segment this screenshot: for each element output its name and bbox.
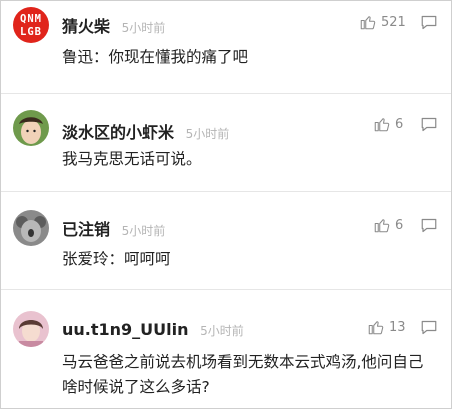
avatar[interactable]: QNM LGB (13, 7, 49, 43)
like-button[interactable]: 6 (373, 216, 403, 234)
avatar-photo (13, 311, 49, 347)
comment-bubble-icon[interactable] (420, 14, 438, 31)
username-text[interactable]: 猜火柴 (62, 17, 110, 36)
thumbs-up-icon (374, 219, 390, 233)
thumbs-up-icon (360, 16, 376, 30)
comment-bubble-icon[interactable] (420, 116, 438, 133)
timestamp: 5小时前 (200, 324, 244, 338)
thumbs-up-icon (374, 118, 390, 132)
avatar-logo-text-line2: LGB (20, 26, 42, 38)
like-button[interactable]: 6 (373, 115, 403, 133)
like-count: 6 (395, 116, 404, 132)
timestamp: 5小时前 (121, 224, 166, 238)
username-text[interactable]: uu.t1n9_UUlin (62, 320, 189, 339)
like-count: 13 (389, 319, 406, 335)
comment-list: QNM LGB 猜火柴 5小时前 521 鲁迅：你现在懂我的痛了吧 淡水区的小虾… (0, 0, 452, 409)
timestamp: 5小时前 (185, 127, 230, 141)
like-button[interactable]: 13 (367, 318, 406, 336)
comment-text: 张爱玲：呵呵呵 (62, 250, 171, 268)
comment-item: 已注销 5小时前 6 张爱玲：呵呵呵 (1, 192, 451, 289)
comment-text: 马云爸爸之前说去机场看到无数本云式鸡汤,他问自己啥时候说了这么多话? (62, 353, 424, 396)
avatar-photo (13, 110, 49, 146)
like-count: 6 (395, 217, 404, 233)
username-text[interactable]: 已注销 (62, 220, 110, 239)
comment-item: 淡水区的小虾米 5小时前 6 我马克思无话可说。 (1, 94, 451, 191)
comment-bubble-icon[interactable] (420, 217, 438, 234)
avatar-photo (13, 210, 49, 246)
thumbs-up-icon (368, 321, 384, 335)
username-text[interactable]: 淡水区的小虾米 (62, 123, 174, 142)
username[interactable]: 猜火柴 5小时前 (62, 13, 165, 37)
comment-item: uu.t1n9_UUlin 5小时前 13 马云爸爸之前说去机场看到无数本云式鸡… (1, 290, 451, 408)
like-button[interactable]: 521 (359, 13, 406, 31)
username[interactable]: 已注销 5小时前 (62, 216, 165, 240)
comment-text: 鲁迅：你现在懂我的痛了吧 (62, 48, 249, 66)
avatar[interactable] (13, 110, 49, 146)
comment-bubble-icon[interactable] (420, 319, 438, 336)
like-count: 521 (381, 14, 406, 30)
username[interactable]: 淡水区的小虾米 5小时前 (62, 119, 229, 143)
username[interactable]: uu.t1n9_UUlin 5小时前 (62, 320, 244, 339)
comment-item: QNM LGB 猜火柴 5小时前 521 鲁迅：你现在懂我的痛了吧 (1, 1, 451, 93)
avatar[interactable] (13, 210, 49, 246)
timestamp: 5小时前 (121, 21, 166, 35)
comment-text: 我马克思无话可说。 (62, 150, 202, 168)
avatar[interactable] (13, 311, 49, 347)
avatar-logo-text-line1: QNM (20, 13, 42, 25)
